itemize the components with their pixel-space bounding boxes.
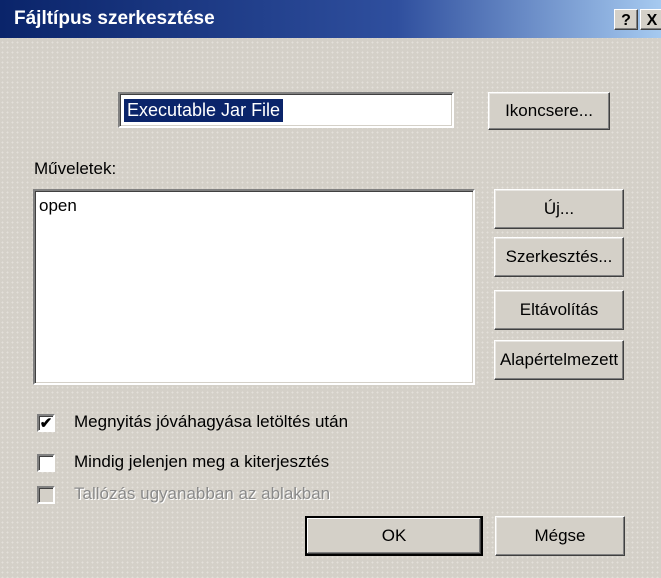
list-item[interactable]: open — [39, 196, 77, 216]
always-show-extension-label: Mindig jelenjen meg a kiterjesztés — [74, 452, 330, 471]
edit-file-type-dialog: Fájltípus szerkesztése ? X Executable Ja… — [0, 0, 661, 578]
browse-same-window-label: Tallózás ugyanabban az ablakban — [74, 484, 331, 503]
close-button[interactable]: X — [640, 9, 661, 30]
window-title: Fájltípus szerkesztése — [14, 8, 215, 29]
help-button[interactable]: ? — [614, 9, 638, 30]
always-show-extension-checkbox[interactable] — [37, 454, 55, 472]
edit-action-button[interactable]: Szerkesztés... — [494, 237, 624, 277]
set-default-button[interactable]: Alapértelmezett — [494, 340, 624, 380]
confirm-open-checkbox[interactable]: ✔ — [37, 414, 55, 432]
browse-same-window-checkbox — [37, 486, 55, 504]
actions-label: Műveletek: — [34, 159, 117, 178]
title-bar[interactable]: Fájltípus szerkesztése ? X — [0, 0, 661, 38]
confirm-open-label: Megnyitás jóváhagyása letöltés után — [74, 412, 349, 431]
ok-button[interactable]: OK — [305, 516, 483, 556]
file-type-name-value: Executable Jar File — [124, 99, 284, 122]
change-icon-button[interactable]: Ikoncsere... — [488, 92, 610, 130]
remove-action-button[interactable]: Eltávolítás — [494, 290, 624, 330]
file-type-name-field[interactable]: Executable Jar File — [118, 92, 454, 128]
actions-list[interactable]: open — [33, 189, 475, 385]
new-action-button[interactable]: Új... — [494, 189, 624, 229]
cancel-button[interactable]: Mégse — [495, 516, 625, 556]
